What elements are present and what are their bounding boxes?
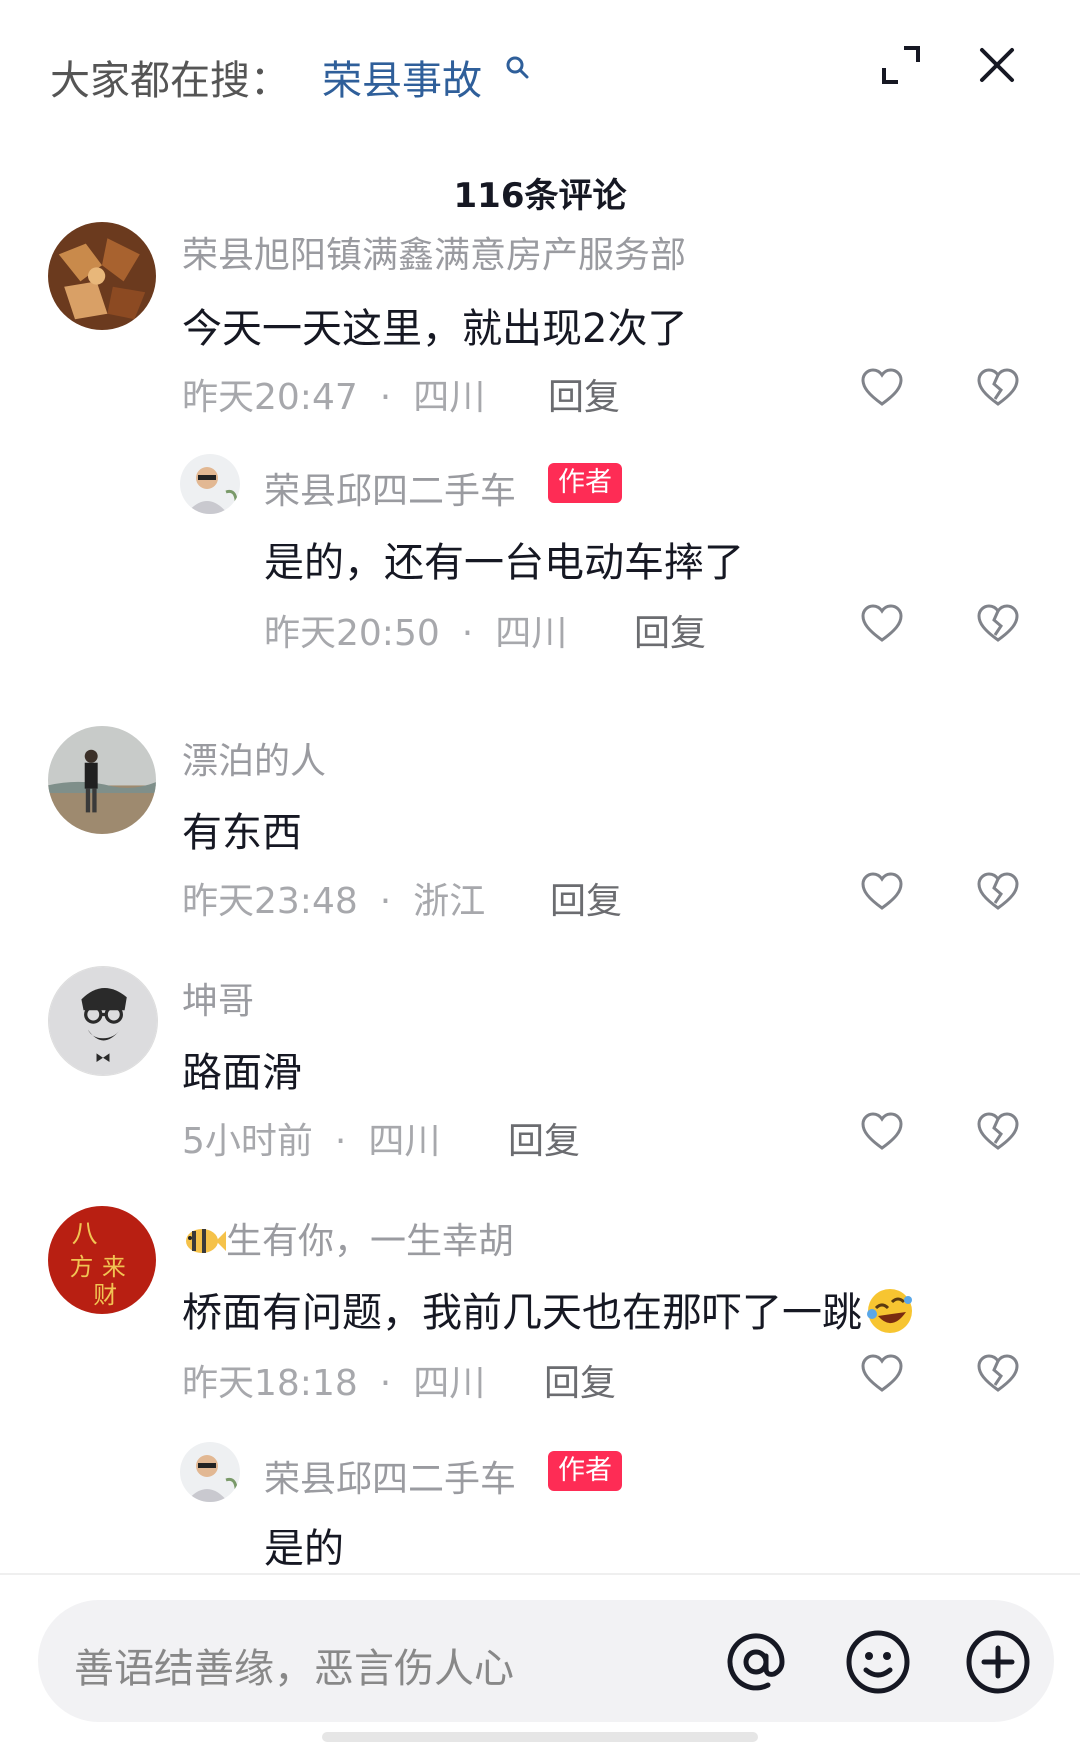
like-icon[interactable]: [860, 870, 904, 914]
comment-input[interactable]: 善语结善缘，恶言伤人心: [74, 1636, 514, 1694]
svg-text:来: 来: [102, 1253, 126, 1281]
svg-text:八: 八: [72, 1220, 98, 1250]
reply-author[interactable]: 荣县邱四二手车: [264, 462, 516, 514]
reply-meta: 昨天20:50 · 四川: [264, 613, 568, 654]
comment-meta: 昨天20:47 · 四川: [182, 377, 486, 418]
at-icon[interactable]: [720, 1626, 792, 1698]
comment-author[interactable]: 坤哥: [182, 972, 254, 1024]
avatar[interactable]: [180, 1442, 240, 1502]
search-suggestion-prefix: 大家都在搜：: [50, 58, 290, 104]
comment-author[interactable]: 生有你，一生幸胡: [226, 1221, 514, 1262]
reply-button[interactable]: 回复: [548, 368, 620, 420]
comment-text: 桥面有问题，我前几天也在那吓了一跳: [182, 1290, 862, 1336]
author-badge: 作者: [548, 1451, 622, 1491]
dislike-icon[interactable]: [976, 602, 1020, 646]
dislike-icon[interactable]: [976, 1352, 1020, 1396]
comment-time: 昨天20:47: [182, 377, 358, 418]
emoji-icon[interactable]: [842, 1626, 914, 1698]
reply-button[interactable]: 回复: [634, 604, 706, 656]
close-icon[interactable]: [972, 40, 1022, 90]
plus-icon[interactable]: [962, 1626, 1034, 1698]
comment-text: 有东西: [182, 810, 302, 856]
comment-location: 四川: [368, 1121, 441, 1162]
svg-text:方: 方: [70, 1253, 94, 1281]
dislike-icon[interactable]: [976, 366, 1020, 410]
rolling-laugh-emoji-icon: [862, 1286, 918, 1336]
home-indicator[interactable]: [322, 1732, 758, 1742]
reply-button[interactable]: 回复: [550, 872, 622, 924]
comment-meta: 昨天18:18 · 四川: [182, 1363, 486, 1404]
search-suggestion-term[interactable]: 荣县事故: [322, 48, 482, 106]
comment-author[interactable]: 荣县旭阳镇满鑫满意房产服务部: [182, 226, 686, 278]
like-icon[interactable]: [860, 1352, 904, 1396]
search-icon[interactable]: [504, 54, 532, 82]
avatar[interactable]: [180, 454, 240, 514]
comment-text-row: 桥面有问题，我前几天也在那吓了一跳: [182, 1280, 918, 1338]
avatar[interactable]: [48, 966, 158, 1076]
fish-emoji-icon: [182, 1223, 226, 1259]
divider: [0, 1573, 1080, 1575]
avatar[interactable]: [48, 222, 156, 330]
reply-button[interactable]: 回复: [544, 1354, 616, 1406]
avatar[interactable]: 八 方 来 财: [48, 1206, 156, 1314]
dislike-icon[interactable]: [976, 1110, 1020, 1154]
comment-author-row[interactable]: 生有你，一生幸胡: [182, 1212, 514, 1264]
avatar[interactable]: [48, 726, 156, 834]
author-badge: 作者: [548, 463, 622, 503]
comment-input-bar[interactable]: 善语结善缘，恶言伤人心: [38, 1600, 1054, 1722]
like-icon[interactable]: [860, 1110, 904, 1154]
svg-text:财: 财: [93, 1281, 117, 1309]
top-bar: 大家都在搜： 荣县事故: [0, 0, 1080, 130]
like-icon[interactable]: [860, 602, 904, 646]
reply-author[interactable]: 荣县邱四二手车: [264, 1450, 516, 1502]
comment-text: 今天一天这里，就出现2次了: [182, 306, 688, 352]
like-icon[interactable]: [860, 366, 904, 410]
reply-location: 四川: [495, 613, 568, 654]
comment-time: 5小时前: [182, 1121, 313, 1162]
comment-count: 116条评论: [453, 176, 627, 216]
comment-time: 昨天18:18: [182, 1363, 358, 1404]
comment-author[interactable]: 漂泊的人: [182, 732, 326, 784]
comment-location: 四川: [413, 1363, 486, 1404]
reply-button[interactable]: 回复: [508, 1112, 580, 1164]
dislike-icon[interactable]: [976, 870, 1020, 914]
comment-time: 昨天23:48: [182, 881, 358, 922]
reply-text: 是的，还有一台电动车摔了: [264, 540, 744, 586]
comment-location: 浙江: [413, 881, 486, 922]
reply-text: 是的: [264, 1526, 344, 1572]
comment-meta: 5小时前 · 四川: [182, 1121, 441, 1162]
comment-location: 四川: [413, 377, 486, 418]
comment-meta: 昨天23:48 · 浙江: [182, 881, 486, 922]
comment-text: 路面滑: [182, 1050, 302, 1096]
expand-icon[interactable]: [876, 40, 926, 90]
reply-time: 昨天20:50: [264, 613, 440, 654]
